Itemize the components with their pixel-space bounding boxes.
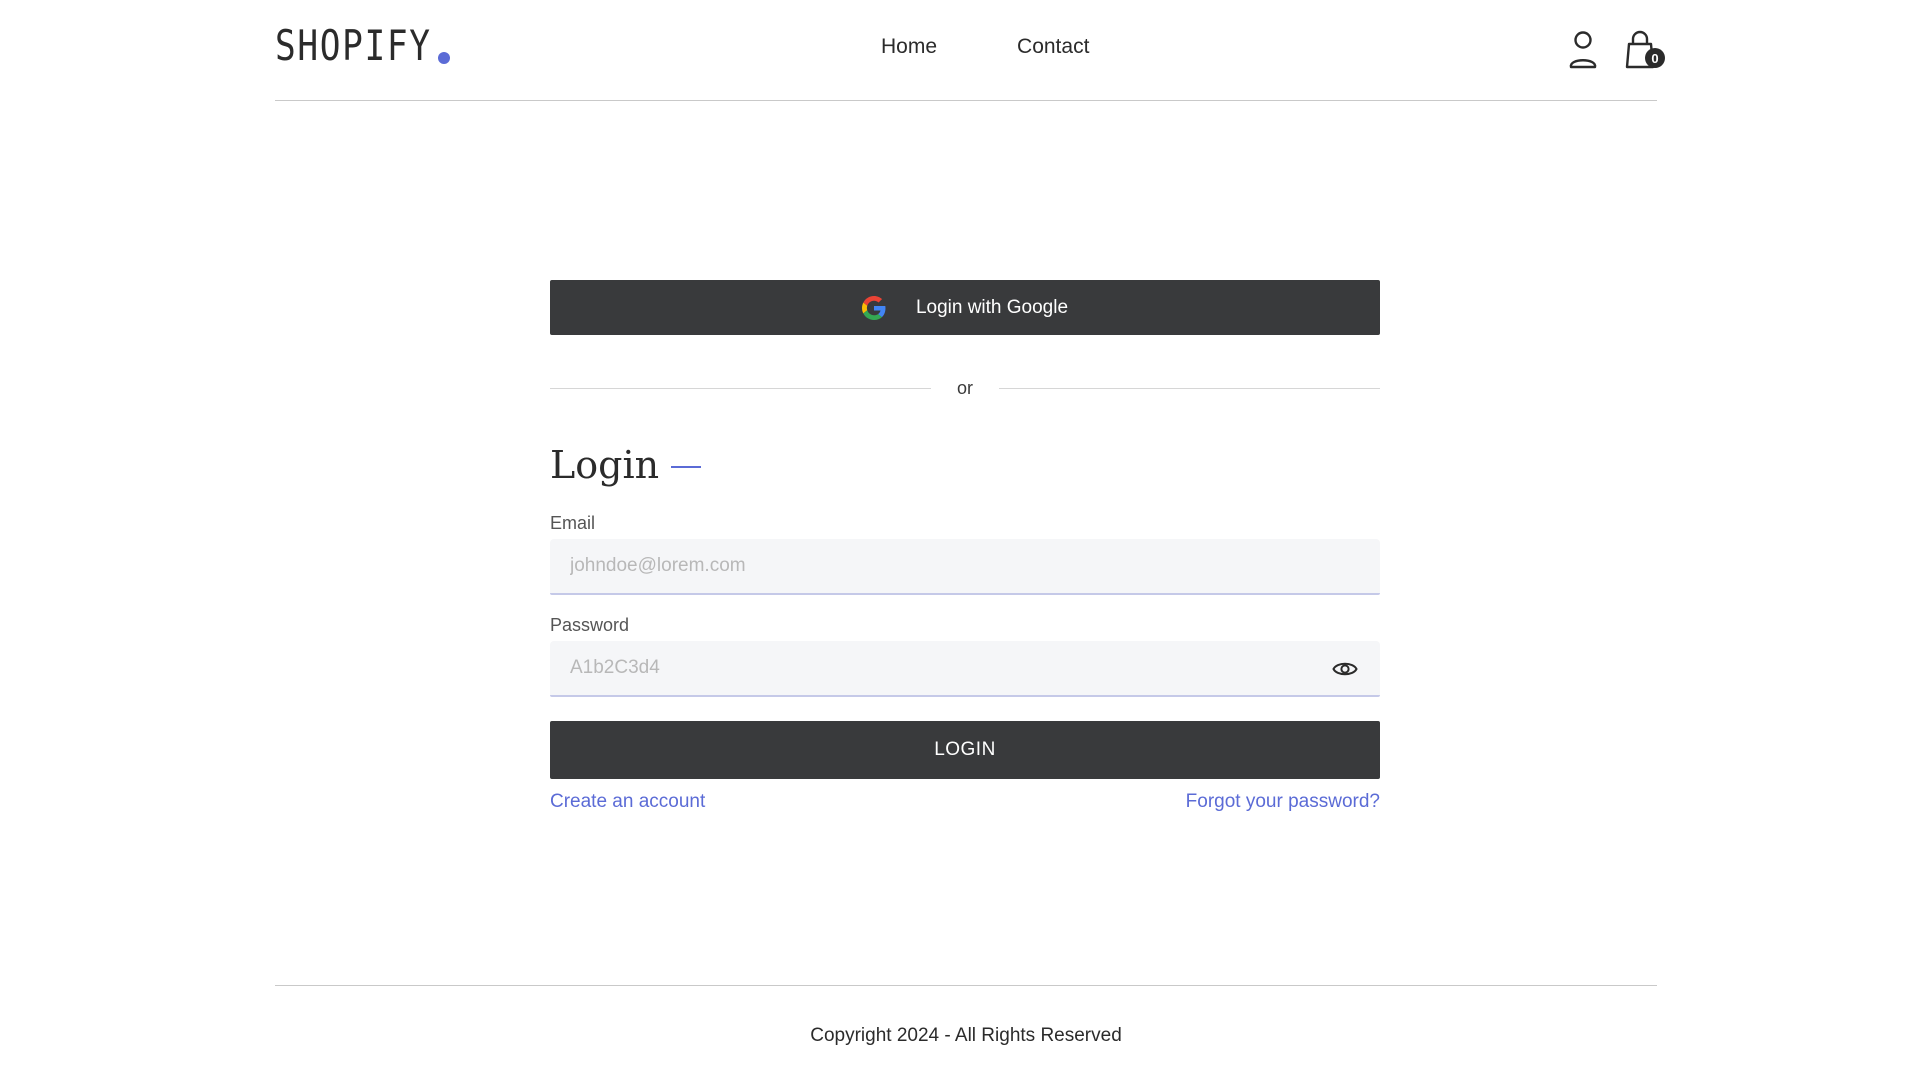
cart-count-badge: 0 [1645,48,1665,68]
header-actions: 0 [1567,30,1665,75]
google-login-button[interactable]: Login with Google [550,280,1380,335]
page-title: Login [550,443,660,487]
email-input[interactable] [550,539,1380,593]
site-header: SHOPIFY Home Contact 0 [275,0,1665,101]
auth-links: Create an account Forgot your password? [550,791,1380,813]
title-accent-dash [671,466,702,468]
create-account-link[interactable]: Create an account [550,791,705,813]
divider-line-left [550,388,931,389]
password-field-wrapper [550,641,1380,697]
divider-line-right [999,388,1381,389]
google-icon [861,295,886,320]
password-input[interactable] [550,641,1380,695]
google-login-label: Login with Google [915,296,1069,318]
email-field-wrapper [550,539,1380,595]
forgot-password-link[interactable]: Forgot your password? [1186,791,1380,813]
logo-text: SHOPIFY [275,21,432,70]
site-footer: Copyright 2024 - All Rights Reserved [275,985,1657,1047]
main-nav: Home Contact [881,35,1089,59]
login-heading: Login [550,443,1380,487]
login-page: SHOPIFY Home Contact 0 Login with Google… [0,0,1920,1080]
email-label: Email [550,513,596,533]
login-form: Login with Google or Login Email Passwor… [550,280,1381,813]
eye-icon[interactable] [1332,659,1358,684]
shopping-bag-icon[interactable]: 0 [1623,30,1665,75]
password-label: Password [550,615,630,635]
login-button[interactable]: LOGIN [550,721,1380,779]
logo-dot [438,52,451,64]
or-divider: or [550,378,1381,399]
nav-link-home[interactable]: Home [881,35,937,59]
nav-link-contact[interactable]: Contact [1017,35,1089,59]
divider-text: or [957,378,974,398]
site-logo[interactable]: SHOPIFY [275,21,451,70]
user-icon[interactable] [1567,30,1599,75]
copyright-text: Copyright 2024 - All Rights Reserved [810,1025,1122,1046]
